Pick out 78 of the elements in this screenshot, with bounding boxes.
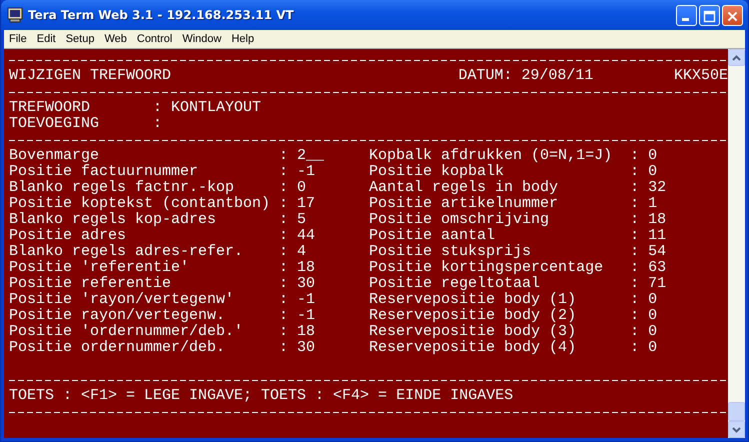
param-label: Positie ordernummer/deb. — [9, 340, 226, 356]
field-label: TOEVOEGING — [9, 116, 100, 132]
param-label: Positie artikelnummer — [369, 196, 560, 212]
param-value: : 0 — [630, 148, 658, 164]
param-label: Reservepositie body (2) — [369, 308, 578, 324]
param-label: Positie adres — [9, 228, 128, 244]
param-value: : 71 — [630, 276, 666, 292]
param-value: : 0 — [630, 324, 658, 340]
param-label: Positie 'ordernummer/deb.' — [9, 324, 244, 340]
param-value: : 18 — [279, 260, 316, 276]
param-label: Positie 'rayon/vertegenw' — [9, 292, 236, 308]
param-label: Positie factuurnummer — [9, 164, 200, 180]
param-label: Positie koptekst (contantbon) — [9, 196, 272, 212]
param-label: Positie referentie — [9, 276, 172, 292]
param-value: : 44 — [279, 228, 316, 244]
param-value: : 0 — [630, 340, 658, 356]
param-value: : 18 — [630, 212, 666, 228]
window-title: Tera Term Web 3.1 - 192.168.253.11 VT — [28, 8, 295, 22]
param-value: : 0 — [279, 180, 308, 196]
param-label: Positie regeltotaal — [369, 276, 542, 292]
param-value: : 63 — [630, 260, 666, 276]
param-label: Bovenmarge — [9, 148, 100, 164]
param-value: : 18 — [279, 324, 316, 340]
param-value: : 32 — [630, 180, 666, 196]
param-value: : 30 — [279, 276, 316, 292]
param-label: Kopbalk afdrukken (0=N,1=J) — [369, 148, 614, 164]
param-value: : 5 — [279, 212, 308, 228]
scrollbar[interactable] — [728, 49, 745, 438]
terminal-icon — [7, 7, 23, 23]
param-label: Blanko regels kop-adres — [9, 212, 218, 228]
param-label: Positie omschrijving — [369, 212, 550, 228]
param-value: : -1 — [279, 164, 316, 180]
menu-item[interactable]: Help — [226, 33, 260, 45]
param-value: : 0 — [630, 308, 658, 324]
param-label: Positie stuksprijs — [369, 244, 532, 260]
menu-item[interactable]: Window — [177, 33, 226, 45]
key-hint: TOETS : <F1> = LEGE INGAVE; TOETS : <F4> = EINDE INGAVES — [9, 388, 514, 404]
menu-item[interactable]: File — [4, 33, 32, 45]
menu-item[interactable]: Edit — [32, 33, 61, 45]
menu-item[interactable]: Control — [132, 33, 178, 45]
param-value: : -1 — [279, 308, 316, 324]
program-code: KKX50E — [674, 68, 728, 84]
param-value: : 2__ — [279, 148, 326, 164]
close-button[interactable] — [722, 4, 743, 26]
screen-title: WIJZIGEN TREFWOORD — [9, 68, 172, 84]
param-label: Reservepositie body (4) — [369, 340, 578, 356]
param-label: Positie kopbalk — [369, 164, 506, 180]
date-text: DATUM: 29/08/11 — [458, 68, 594, 84]
param-label: Reservepositie body (3) — [369, 324, 578, 340]
field-label: TREFWOORD — [9, 100, 92, 116]
param-label: Blanko regels factnr.-kop — [9, 180, 236, 196]
param-value: : 30 — [279, 340, 316, 356]
param-value: : 1 — [630, 196, 658, 212]
colon: : — [153, 100, 164, 116]
param-label: Blanko regels adres-refer. — [9, 244, 244, 260]
menu-item[interactable]: Web — [99, 33, 132, 45]
param-value: : 54 — [630, 244, 666, 260]
scroll-up-button[interactable] — [728, 49, 745, 66]
field-value: KONTLAYOUT — [171, 100, 262, 116]
param-value: : 11 — [630, 228, 666, 244]
maximize-button[interactable] — [699, 4, 720, 26]
scroll-down-button[interactable] — [728, 421, 745, 438]
menu-item[interactable]: Setup — [60, 33, 100, 45]
param-value: : 0 — [630, 292, 658, 308]
param-label: Positie rayon/vertegenw. — [9, 308, 226, 324]
minimize-button[interactable] — [676, 4, 697, 26]
param-value: : 17 — [279, 196, 316, 212]
param-label: Positie 'referentie' — [9, 260, 190, 276]
param-label: Positie kortingspercentage — [369, 260, 604, 276]
param-value: : 4 — [279, 244, 308, 260]
param-label: Reservepositie body (1) — [369, 292, 578, 308]
minimize-icon — [682, 18, 689, 20]
colon: : — [153, 116, 164, 132]
param-value: : 0 — [630, 164, 658, 180]
scroll-thumb[interactable] — [728, 402, 745, 421]
param-label: Aantal regels in body — [369, 180, 560, 196]
param-label: Positie aantal — [369, 228, 496, 244]
param-value: : -1 — [279, 292, 316, 308]
